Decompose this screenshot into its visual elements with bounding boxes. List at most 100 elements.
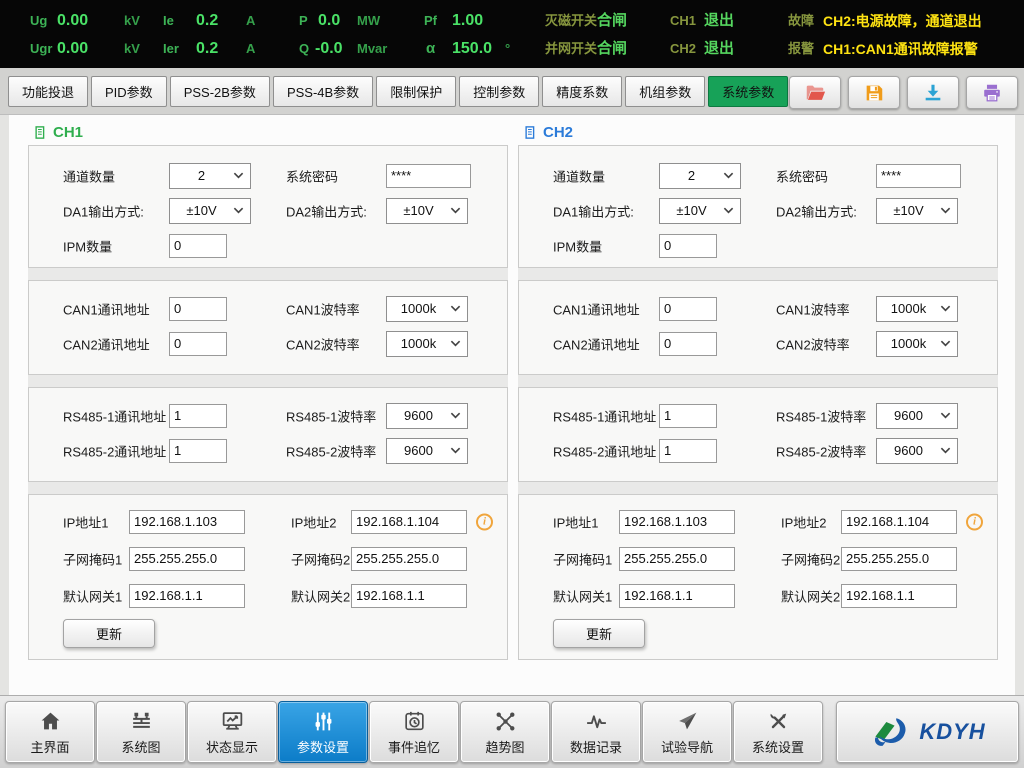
kdyh-logo-button[interactable]: KDYH — [836, 701, 1019, 763]
select-RS485-2波特率[interactable]: 9600 — [876, 438, 958, 464]
select-CAN1波特率[interactable]: 1000k — [386, 296, 468, 322]
field-label: CAN1通讯地址 — [553, 299, 640, 318]
field-label: IPM数量 — [553, 236, 602, 255]
section-2: CAN1通讯地址CAN1波特率1000kCAN2通讯地址CAN2波特率1000k — [518, 280, 998, 375]
input-默认网关1[interactable] — [619, 584, 735, 608]
home-icon — [38, 708, 63, 735]
field-label: RS485-2通讯地址 — [553, 441, 656, 460]
tab-精度系数[interactable]: 精度系数 — [542, 76, 622, 107]
input-系统密码[interactable] — [876, 164, 961, 188]
channel-panel-CH1: 通道数量2系统密码DA1输出方式:±10VDA2输出方式:±10VIPM数量CA… — [28, 145, 508, 660]
field-label: 默认网关1 — [63, 586, 122, 605]
select-DA1输出方式[interactable]: ±10V — [659, 198, 741, 224]
update-button[interactable]: 更新 — [63, 619, 155, 648]
select-RS485-1波特率[interactable]: 9600 — [876, 403, 958, 429]
input-系统密码[interactable] — [386, 164, 471, 188]
select-CAN2波特率[interactable]: 1000k — [386, 331, 468, 357]
field-row: 默认网关1默认网关2 — [519, 577, 997, 614]
field-row: IP地址1IP地址2i — [519, 503, 997, 540]
ie-label: Ie — [163, 11, 174, 31]
select-RS485-1波特率[interactable]: 9600 — [386, 403, 468, 429]
tab-机组参数[interactable]: 机组参数 — [625, 76, 705, 107]
input-默认网关2[interactable] — [841, 584, 957, 608]
input-IP地址2[interactable] — [841, 510, 957, 534]
input-默认网关1[interactable] — [129, 584, 245, 608]
input-RS485-1通讯地址[interactable] — [169, 404, 227, 428]
nav-事件追忆[interactable]: 事件追忆 — [369, 701, 459, 763]
alarm-message: CH1:CAN1通讯故障报警 — [823, 39, 978, 59]
chevron-down-icon — [940, 412, 957, 419]
print-button[interactable] — [966, 76, 1018, 109]
select-DA2输出方式[interactable]: ±10V — [876, 198, 958, 224]
test-navigation-icon — [675, 708, 700, 735]
select-DA2输出方式[interactable]: ±10V — [386, 198, 468, 224]
select-value: 9600 — [877, 443, 940, 458]
field-label: IP地址2 — [781, 512, 827, 531]
nav-状态显示[interactable]: 状态显示 — [187, 701, 277, 763]
tab-系统参数[interactable]: 系统参数 — [708, 76, 788, 107]
input-子网掩码1[interactable] — [619, 547, 735, 571]
input-IP地址1[interactable] — [129, 510, 245, 534]
nav-试验导航[interactable]: 试验导航 — [642, 701, 732, 763]
save-button[interactable] — [848, 76, 900, 109]
field-label: 默认网关1 — [553, 586, 612, 605]
input-子网掩码1[interactable] — [129, 547, 245, 571]
input-CAN1通讯地址[interactable] — [659, 297, 717, 321]
input-子网掩码2[interactable] — [351, 547, 467, 571]
select-RS485-2波特率[interactable]: 9600 — [386, 438, 468, 464]
nav-系统设置[interactable]: 系统设置 — [733, 701, 823, 763]
tab-限制保护[interactable]: 限制保护 — [376, 76, 456, 107]
select-value: 1000k — [877, 301, 940, 316]
input-IPM数量[interactable] — [659, 234, 717, 258]
tab-功能投退[interactable]: 功能投退 — [8, 76, 88, 107]
save-icon — [863, 82, 885, 104]
ier-label: Ier — [163, 39, 179, 59]
section-3: RS485-1通讯地址RS485-1波特率9600RS485-2通讯地址RS48… — [518, 387, 998, 482]
select-DA1输出方式[interactable]: ±10V — [169, 198, 251, 224]
field-label: RS485-1通讯地址 — [553, 406, 656, 425]
nav-系统图[interactable]: 系统图 — [96, 701, 186, 763]
alpha-label: α — [426, 39, 435, 59]
select-通道数量[interactable]: 2 — [659, 163, 741, 189]
nav-主界面[interactable]: 主界面 — [5, 701, 95, 763]
nav-参数设置[interactable]: 参数设置 — [278, 701, 368, 763]
status-bar: Ug 0.00 kV Ie 0.2 A P 0.0 MW Pf 1.00 灭磁开… — [0, 0, 1024, 68]
nav-趋势图[interactable]: 趋势图 — [460, 701, 550, 763]
tab-PSS-2B参数[interactable]: PSS-2B参数 — [170, 76, 270, 107]
select-CAN1波特率[interactable]: 1000k — [876, 296, 958, 322]
update-button[interactable]: 更新 — [553, 619, 645, 648]
open-folder-button[interactable] — [789, 76, 841, 109]
alarm-label: 报警 — [788, 39, 814, 59]
input-RS485-1通讯地址[interactable] — [659, 404, 717, 428]
channel-panel-CH2: 通道数量2系统密码DA1输出方式:±10VDA2输出方式:±10VIPM数量CA… — [518, 145, 998, 660]
input-默认网关2[interactable] — [351, 584, 467, 608]
tab-PSS-4B参数[interactable]: PSS-4B参数 — [273, 76, 373, 107]
input-RS485-2通讯地址[interactable] — [659, 439, 717, 463]
nav-label: 系统设置 — [752, 737, 804, 756]
field-label: 通道数量 — [63, 166, 115, 185]
input-CAN2通讯地址[interactable] — [659, 332, 717, 356]
select-value: 9600 — [877, 408, 940, 423]
select-通道数量[interactable]: 2 — [169, 163, 251, 189]
section-4: IP地址1IP地址2i子网掩码1子网掩码2默认网关1默认网关2更新 — [518, 494, 998, 660]
input-子网掩码2[interactable] — [841, 547, 957, 571]
input-RS485-2通讯地址[interactable] — [169, 439, 227, 463]
field-row: CAN1通讯地址CAN1波特率1000k — [519, 291, 997, 326]
info-icon[interactable]: i — [476, 513, 493, 530]
info-icon[interactable]: i — [966, 513, 983, 530]
download-button[interactable] — [907, 76, 959, 109]
tab-控制参数[interactable]: 控制参数 — [459, 76, 539, 107]
input-CAN1通讯地址[interactable] — [169, 297, 227, 321]
field-label: RS485-2波特率 — [776, 441, 866, 460]
input-CAN2通讯地址[interactable] — [169, 332, 227, 356]
input-IP地址1[interactable] — [619, 510, 735, 534]
pf-label: Pf — [424, 11, 437, 31]
toolbar — [789, 76, 1018, 109]
input-IP地址2[interactable] — [351, 510, 467, 534]
tab-PID参数[interactable]: PID参数 — [91, 76, 167, 107]
select-CAN2波特率[interactable]: 1000k — [876, 331, 958, 357]
input-IPM数量[interactable] — [169, 234, 227, 258]
field-label: CAN2通讯地址 — [553, 334, 640, 353]
field-row: 通道数量2系统密码 — [29, 158, 507, 193]
nav-数据记录[interactable]: 数据记录 — [551, 701, 641, 763]
